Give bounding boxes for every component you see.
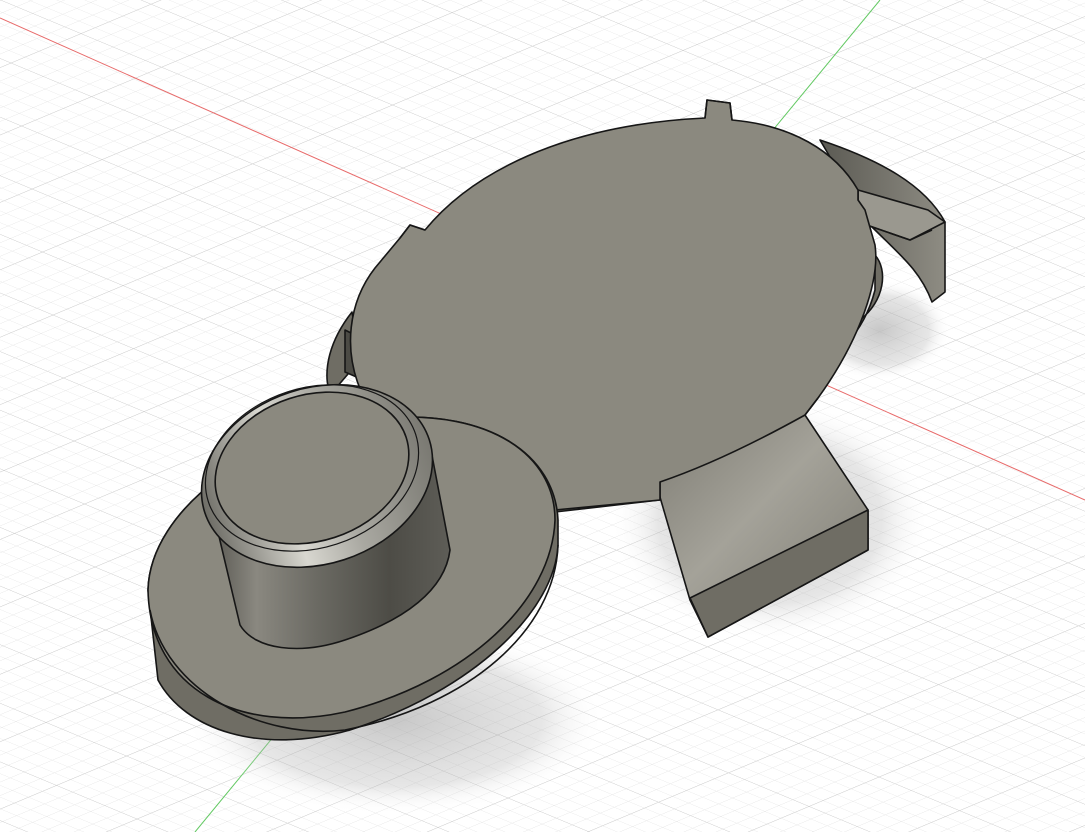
viewport-canvas[interactable] [0, 0, 1085, 832]
3d-viewport[interactable] [0, 0, 1085, 832]
